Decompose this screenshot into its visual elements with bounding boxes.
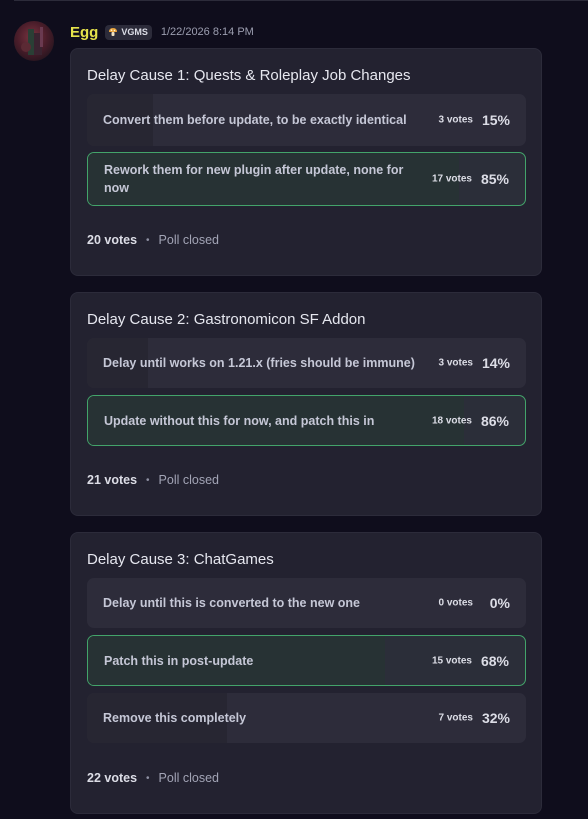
poll-answer-percent: 15% (481, 112, 510, 128)
poll-answer-percent: 0% (489, 595, 510, 611)
message-header: Egg VGMS 1/22/2026 8:14 PM (70, 22, 254, 42)
avatar-image (21, 27, 43, 55)
poll-answer-percent: 68% (480, 652, 509, 669)
poll-answer-percent: 32% (481, 710, 510, 726)
poll-answer-label: Update without this for now, and patch t… (104, 413, 375, 428)
poll-answer-votes: 15 votes (431, 655, 472, 666)
poll-answer-votes: 7 votes (438, 712, 473, 724)
poll-answer-votes: 3 votes (438, 114, 473, 126)
poll-question: Delay Cause 1: Quests & Roleplay Job Cha… (87, 67, 411, 84)
poll-answer-votes: 17 votes (431, 173, 472, 185)
message-divider (14, 0, 588, 1)
poll-footer: 21 votes • Poll closed (87, 473, 219, 487)
timestamp: 1/22/2026 8:14 PM (160, 26, 254, 38)
separator-dot: • (146, 234, 150, 246)
poll-status: Poll closed (158, 233, 219, 247)
poll-question: Delay Cause 3: ChatGames (87, 551, 274, 568)
poll-footer: 20 votes • Poll closed (87, 233, 219, 247)
poll-card: Delay Cause 1: Quests & Roleplay Job Cha… (70, 48, 542, 276)
poll-answer-label: Rework them for new plugin after update,… (104, 163, 404, 195)
poll-answer[interactable]: Update without this for now, and patch t… (87, 395, 526, 446)
poll-footer: 22 votes • Poll closed (87, 771, 219, 785)
poll-total-votes: 22 votes (87, 771, 138, 785)
poll-answer-percent: 85% (480, 171, 509, 187)
poll-total-votes: 20 votes (87, 233, 138, 247)
poll-answer-label: Delay until this is converted to the new… (103, 596, 360, 610)
poll-answer[interactable]: Convert them before update, to be exactl… (87, 94, 526, 146)
poll-answer[interactable]: Rework them for new plugin after update,… (87, 152, 526, 206)
guild-tag[interactable]: VGMS (105, 24, 152, 40)
avatar[interactable] (14, 21, 54, 61)
poll-answer-label: Delay until works on 1.21.x (fries shoul… (103, 356, 415, 370)
separator-dot: • (146, 474, 150, 486)
poll-status: Poll closed (158, 473, 219, 487)
poll-answer[interactable]: Delay until this is converted to the new… (87, 578, 526, 628)
poll-answer-label: Remove this completely (103, 711, 247, 725)
poll-total-votes: 21 votes (87, 473, 138, 487)
poll-answer-percent: 86% (480, 412, 509, 429)
poll-answer-votes: 18 votes (431, 415, 472, 426)
separator-dot: • (146, 772, 150, 784)
poll-question: Delay Cause 2: Gastronomicon SF Addon (87, 311, 366, 328)
mushroom-icon (108, 27, 118, 37)
poll-card: Delay Cause 3: ChatGames Delay until thi… (70, 532, 542, 814)
poll-answer[interactable]: Delay until works on 1.21.x (fries shoul… (87, 338, 526, 388)
username[interactable]: Egg (70, 24, 98, 41)
guild-tag-label: VGMS (121, 27, 148, 37)
poll-status: Poll closed (158, 771, 219, 785)
poll-card: Delay Cause 2: Gastronomicon SF Addon De… (70, 292, 542, 516)
poll-answer-percent: 14% (481, 355, 510, 371)
poll-answer[interactable]: Patch this in post-update 15 votes 68% (87, 635, 526, 686)
poll-answer-votes: 3 votes (438, 357, 473, 369)
poll-answer-label: Convert them before update, to be exactl… (103, 113, 407, 127)
poll-answer[interactable]: Remove this completely 7 votes 32% (87, 693, 526, 743)
poll-answer-votes: 0 votes (438, 597, 473, 609)
poll-answer-label: Patch this in post-update (104, 653, 254, 668)
